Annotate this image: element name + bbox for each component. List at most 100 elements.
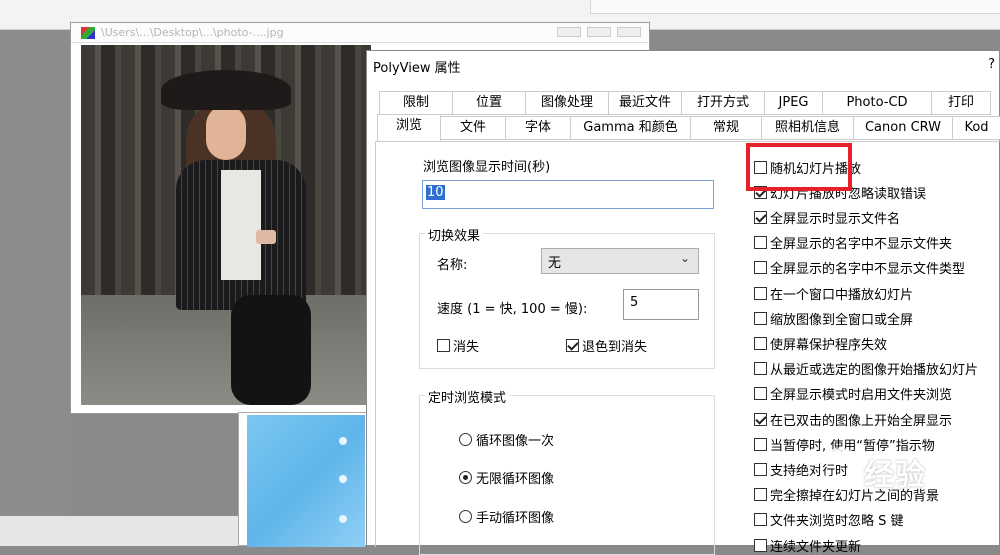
baidu-jingyan-watermark: 经验 bbox=[820, 438, 950, 508]
infinite-loop-label: 无限循环图像 bbox=[476, 471, 555, 487]
top-bar-segment bbox=[590, 0, 1000, 14]
image-window-titlebar[interactable]: \Users\...\Desktop\...\photo-....jpg bbox=[71, 23, 649, 43]
option-checkbox[interactable] bbox=[754, 261, 767, 275]
display-time-input[interactable]: 10 bbox=[422, 180, 714, 209]
option-checkbox-row[interactable]: 连续文件夹更新 bbox=[754, 536, 862, 555]
tab-position[interactable]: 位置 bbox=[452, 91, 526, 115]
option-label: 全屏显示的名字中不显示文件类型 bbox=[770, 262, 966, 278]
option-checkbox-row[interactable]: 全屏显示模式时启用文件夹浏览 bbox=[754, 385, 952, 403]
fade-to-bg-checkbox[interactable] bbox=[566, 338, 579, 352]
option-checkbox[interactable] bbox=[754, 488, 767, 502]
tab-kodak[interactable]: Kod bbox=[952, 116, 1000, 140]
option-checkbox[interactable] bbox=[754, 462, 767, 476]
tab-recent-files[interactable]: 最近文件 bbox=[608, 91, 682, 115]
option-checkbox[interactable] bbox=[754, 311, 767, 325]
tab-print[interactable]: 打印 bbox=[931, 91, 991, 115]
red-highlight-box bbox=[746, 143, 852, 191]
close-button[interactable] bbox=[617, 27, 641, 37]
option-checkbox[interactable] bbox=[754, 538, 767, 552]
option-label: 连续文件夹更新 bbox=[770, 539, 862, 555]
option-label: 全屏显示时显示文件名 bbox=[770, 211, 901, 227]
tab-limits[interactable]: 限制 bbox=[379, 91, 453, 115]
polyview-app-icon bbox=[81, 27, 95, 39]
tab-gamma-color[interactable]: Gamma 和颜色 bbox=[570, 116, 691, 140]
timed-browse-title: 定时浏览模式 bbox=[425, 387, 510, 406]
option-checkbox[interactable] bbox=[754, 286, 767, 300]
tab-browse[interactable]: 浏览 bbox=[377, 114, 441, 141]
transition-name-select[interactable]: 无 ⌄ bbox=[541, 248, 699, 274]
option-checkbox[interactable] bbox=[754, 513, 767, 527]
dialog-title: PolyView 属性 bbox=[373, 61, 461, 76]
option-checkbox-row[interactable]: 缩放图像到全窗口或全屏 bbox=[754, 309, 914, 328]
option-label: 文件夹浏览时忽略 S 键 bbox=[770, 514, 904, 530]
photo-phone bbox=[256, 230, 276, 244]
tab-general[interactable]: 常规 bbox=[690, 116, 762, 140]
help-button[interactable]: ? bbox=[988, 57, 995, 72]
option-checkbox-row[interactable]: 在一个窗口中播放幻灯片 bbox=[754, 284, 914, 303]
shirt-button bbox=[339, 437, 347, 445]
photo-shirt bbox=[221, 170, 261, 280]
infinite-loop-radio[interactable] bbox=[459, 470, 472, 484]
option-checkbox[interactable] bbox=[754, 336, 767, 350]
option-checkbox[interactable] bbox=[754, 437, 767, 451]
manual-loop-label: 手动循环图像 bbox=[476, 510, 555, 526]
option-checkbox[interactable] bbox=[754, 362, 767, 376]
fade-checkbox[interactable] bbox=[437, 338, 450, 352]
radio-loop-once-row[interactable]: 循环图像一次 bbox=[459, 430, 555, 449]
option-checkbox-row[interactable]: 文件夹浏览时忽略 S 键 bbox=[754, 511, 904, 529]
shirt-button bbox=[339, 515, 347, 523]
radio-infinite-row[interactable]: 无限循环图像 bbox=[459, 468, 555, 487]
option-checkbox[interactable] bbox=[754, 236, 767, 250]
option-label: 在已双击的图像上开始全屏显示 bbox=[770, 413, 953, 429]
minimize-button[interactable] bbox=[557, 27, 581, 37]
fade-to-bg-label: 退色到消失 bbox=[582, 339, 648, 355]
option-checkbox-row[interactable]: 使屏幕保护程序失效 bbox=[754, 334, 888, 353]
desktop-background bbox=[0, 30, 70, 516]
tab-open-with[interactable]: 打开方式 bbox=[681, 91, 765, 115]
transition-effects-title: 切换效果 bbox=[425, 225, 484, 244]
loop-once-label: 循环图像一次 bbox=[476, 433, 555, 449]
option-label: 全屏显示的名字中不显示文件夹 bbox=[770, 237, 953, 253]
tab-file[interactable]: 文件 bbox=[440, 116, 506, 140]
speed-label: 速度 (1 = 快, 100 = 慢): bbox=[437, 302, 588, 317]
second-image-window[interactable] bbox=[238, 412, 370, 547]
fade-checkbox-row[interactable]: 消失 bbox=[437, 336, 479, 355]
option-checkbox-row[interactable]: 全屏显示时显示文件名 bbox=[754, 208, 901, 227]
radio-manual-row[interactable]: 手动循环图像 bbox=[459, 507, 555, 526]
tab-image-processing[interactable]: 图像处理 bbox=[525, 91, 609, 115]
option-checkbox-row[interactable]: 全屏显示的名字中不显示文件夹 bbox=[754, 234, 952, 252]
maximize-button[interactable] bbox=[587, 27, 611, 37]
option-checkbox[interactable] bbox=[754, 412, 767, 426]
photo-legs bbox=[231, 295, 311, 405]
option-label: 缩放图像到全窗口或全屏 bbox=[770, 312, 914, 328]
photo-hat bbox=[161, 70, 291, 110]
fade-to-bg-checkbox-row[interactable]: 退色到消失 bbox=[566, 336, 648, 355]
name-label: 名称: bbox=[437, 258, 468, 273]
option-label: 全屏显示模式时启用文件夹浏览 bbox=[770, 388, 953, 404]
option-checkbox-row[interactable]: 在已双击的图像上开始全屏显示 bbox=[754, 410, 953, 429]
photo-bench bbox=[81, 295, 371, 405]
option-checkbox[interactable] bbox=[754, 387, 767, 401]
shirt-button bbox=[339, 475, 347, 483]
option-checkbox-row[interactable]: 从最近或选定的图像开始播放幻灯片 bbox=[754, 360, 978, 378]
photo-woman-with-hat bbox=[81, 45, 371, 405]
option-label: 在一个窗口中播放幻灯片 bbox=[770, 287, 914, 303]
image-window-title: \Users\...\Desktop\...\photo-....jpg bbox=[101, 26, 284, 39]
speed-input[interactable]: 5 bbox=[623, 289, 699, 320]
photo-face bbox=[206, 105, 246, 160]
paw-logo-icon bbox=[820, 448, 860, 488]
tab-jpeg[interactable]: JPEG bbox=[764, 91, 823, 115]
tab-photo-cd[interactable]: Photo-CD bbox=[822, 91, 932, 115]
photo-denim-shirt bbox=[247, 415, 365, 547]
option-label: 使屏幕保护程序失效 bbox=[770, 337, 888, 353]
option-label: 从最近或选定的图像开始播放幻灯片 bbox=[770, 363, 979, 379]
option-checkbox[interactable] bbox=[754, 210, 767, 224]
watermark-text: 经验 bbox=[864, 458, 926, 493]
option-checkbox-row[interactable]: 全屏显示的名字中不显示文件类型 bbox=[754, 259, 965, 277]
tab-canon-crw[interactable]: Canon CRW bbox=[853, 116, 953, 140]
manual-loop-radio[interactable] bbox=[459, 509, 472, 523]
loop-once-radio[interactable] bbox=[459, 432, 472, 446]
display-time-label: 浏览图像显示时间(秒) bbox=[423, 160, 551, 175]
tab-camera-info[interactable]: 照相机信息 bbox=[761, 116, 854, 140]
tab-font[interactable]: 字体 bbox=[505, 116, 571, 140]
